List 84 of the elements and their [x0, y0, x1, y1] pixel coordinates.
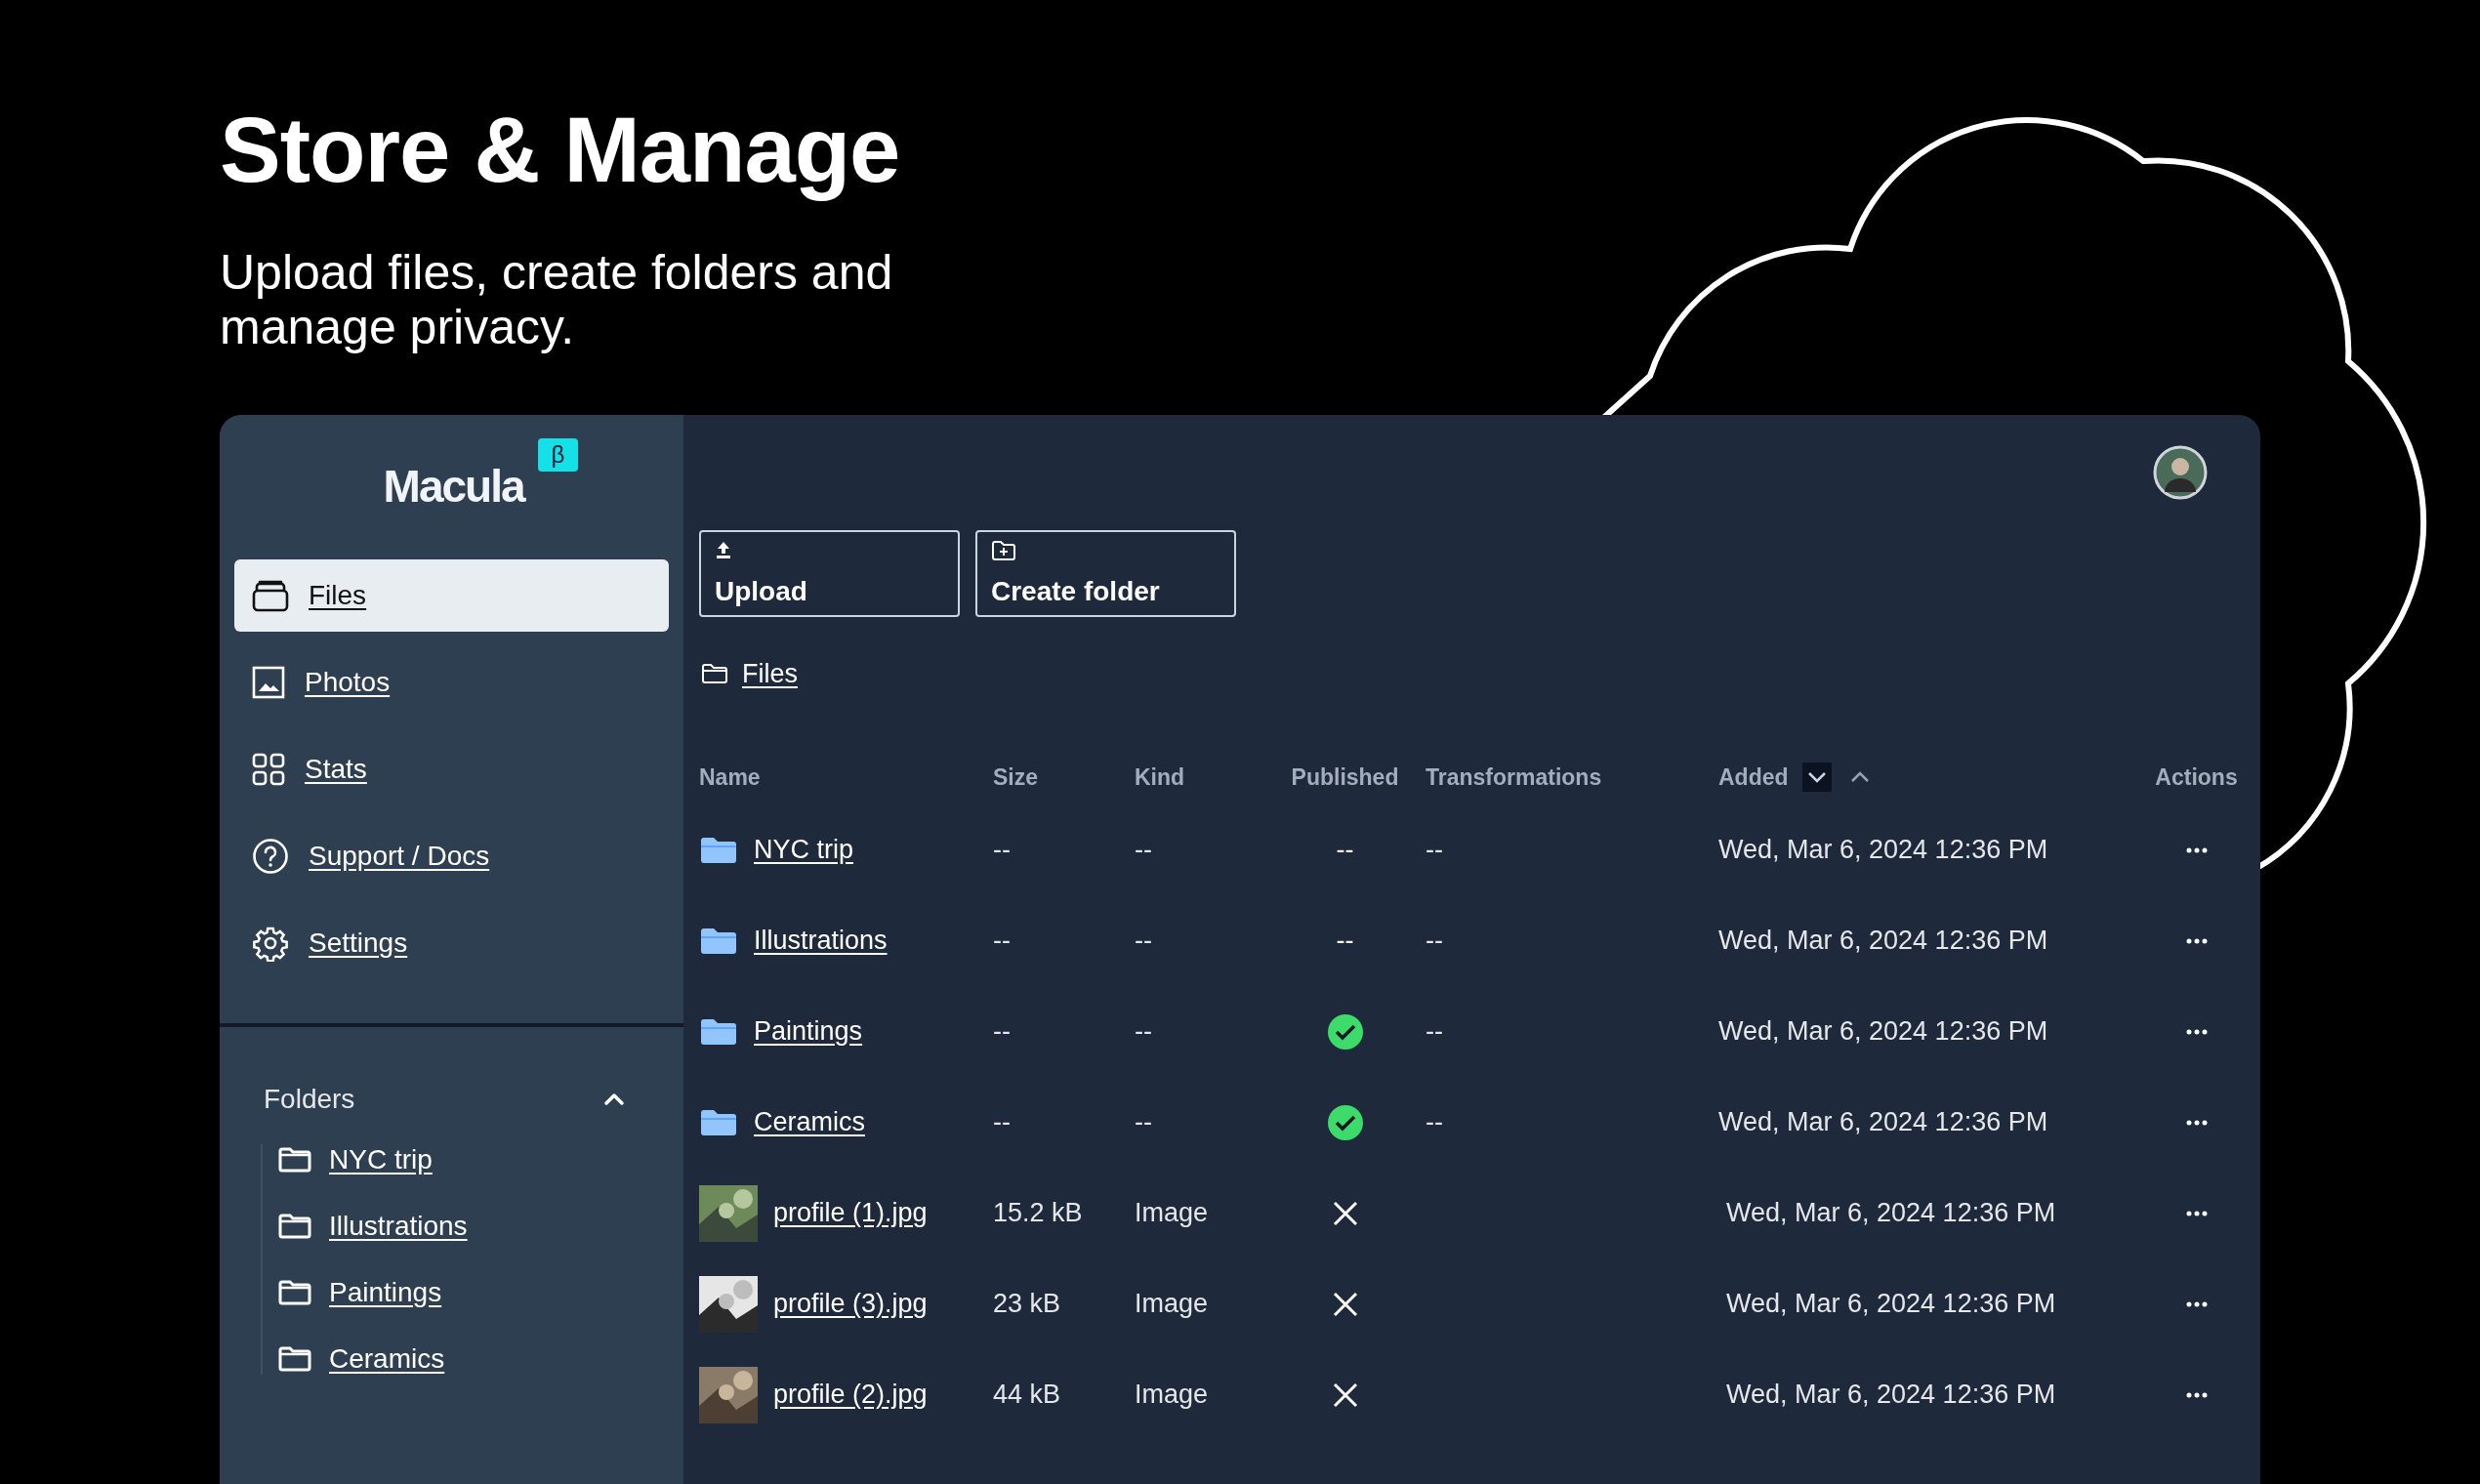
column-header: Added	[1718, 763, 1789, 791]
page-subtitle: Upload files, create folders and manage privacy.	[220, 244, 894, 354]
folder-icon	[278, 1346, 311, 1372]
nav-link[interactable]: Stats	[234, 733, 669, 805]
table-cell: 15.2 kB	[993, 1198, 1083, 1228]
column-header: Kind	[1135, 763, 1185, 791]
folder-link[interactable]: NYC trip	[329, 1144, 433, 1175]
folder-link[interactable]: Paintings	[329, 1277, 442, 1308]
settings-icon	[252, 925, 289, 962]
table-cell: 44 kB	[993, 1380, 1061, 1410]
section-title: Folders	[264, 1084, 355, 1115]
table-cell: --	[1135, 835, 1152, 865]
file-link[interactable]: Paintings	[754, 1016, 863, 1047]
table-cell: Wed, Mar 6, 2024 12:36 PM	[1726, 1289, 2056, 1319]
file-link[interactable]: profile (2).jpg	[773, 1380, 928, 1410]
nav-link[interactable]: Settings	[234, 907, 669, 979]
table-cell: 23 kB	[993, 1289, 1061, 1319]
table-cell: --	[1426, 835, 1443, 865]
table-cell: --	[1426, 1107, 1443, 1137]
table-cell: Wed, Mar 6, 2024 12:36 PM	[1726, 1198, 2056, 1228]
column-header: Published	[1291, 763, 1399, 791]
table-cell: Wed, Mar 6, 2024 12:36 PM	[1718, 1107, 2048, 1137]
folder-link[interactable]: Illustrations	[329, 1211, 468, 1242]
table-cell: --	[1135, 1016, 1152, 1047]
more-icon[interactable]	[2185, 937, 2208, 944]
logo: Macula	[383, 460, 524, 514]
folder-icon	[278, 1214, 311, 1239]
table-cell: --	[993, 1107, 1011, 1137]
more-icon[interactable]	[2185, 1300, 2208, 1307]
column-header: Actions	[2155, 763, 2238, 791]
help-icon	[252, 838, 289, 875]
folder-plus-icon	[991, 540, 1016, 561]
table-cell: --	[1426, 1016, 1443, 1047]
folder-icon	[699, 1016, 738, 1047]
table-cell: Wed, Mar 6, 2024 12:36 PM	[1718, 835, 2048, 865]
grid-icon	[252, 753, 285, 786]
table-cell: Wed, Mar 6, 2024 12:36 PM	[1718, 926, 2048, 956]
table-cell: --	[993, 926, 1011, 956]
table-cell: Wed, Mar 6, 2024 12:36 PM	[1726, 1380, 2056, 1410]
folder-icon	[699, 1107, 738, 1137]
chevron-up-icon[interactable]	[603, 1092, 625, 1106]
more-icon[interactable]	[2185, 1391, 2208, 1398]
table-cell: Wed, Mar 6, 2024 12:36 PM	[1718, 1016, 2048, 1047]
breadcrumb-link[interactable]: Files	[742, 658, 798, 689]
more-icon[interactable]	[2185, 846, 2208, 853]
table-cell: --	[1336, 835, 1354, 865]
folder-icon	[278, 1280, 311, 1305]
more-icon[interactable]	[2185, 1210, 2208, 1216]
table-cell: Image	[1135, 1198, 1209, 1228]
folder-icon	[701, 663, 728, 684]
more-icon[interactable]	[2185, 1119, 2208, 1126]
table-cell: Image	[1135, 1380, 1209, 1410]
folder-icon	[699, 835, 738, 865]
sort-descending-icon[interactable]	[1801, 763, 1832, 792]
table-cell: Image	[1135, 1289, 1209, 1319]
storage-icon	[252, 579, 289, 612]
file-link[interactable]: Illustrations	[754, 926, 888, 956]
toolbar-button[interactable]: Create folder	[975, 530, 1236, 617]
table-cell: --	[1135, 926, 1152, 956]
file-link[interactable]: profile (3).jpg	[773, 1289, 928, 1319]
column-header: Size	[993, 763, 1039, 791]
table-cell: --	[1426, 926, 1443, 956]
file-link[interactable]: profile (1).jpg	[773, 1198, 928, 1228]
file-link[interactable]: NYC trip	[754, 835, 853, 865]
avatar[interactable]	[2153, 445, 2208, 500]
upload-icon	[715, 540, 732, 559]
table-cell: --	[993, 1016, 1011, 1047]
more-icon[interactable]	[2185, 1028, 2208, 1035]
table-cell: --	[1135, 1107, 1152, 1137]
nav-link[interactable]: Files	[234, 559, 669, 632]
column-header: Name	[699, 763, 761, 791]
file-link[interactable]: Ceramics	[754, 1107, 865, 1137]
image-icon	[252, 666, 285, 699]
nav-link[interactable]: Support / Docs	[234, 820, 669, 892]
table-cell: --	[993, 835, 1011, 865]
toolbar-button[interactable]: Upload	[699, 530, 960, 617]
table-cell: --	[1336, 926, 1354, 956]
page-title: Store & Manage	[220, 98, 900, 203]
beta-badge: β	[537, 438, 579, 472]
column-header: Transformations	[1426, 763, 1602, 791]
nav-link[interactable]: Photos	[234, 646, 669, 719]
folder-icon	[699, 926, 738, 956]
folder-icon	[278, 1147, 311, 1173]
folder-link[interactable]: Ceramics	[329, 1343, 445, 1375]
